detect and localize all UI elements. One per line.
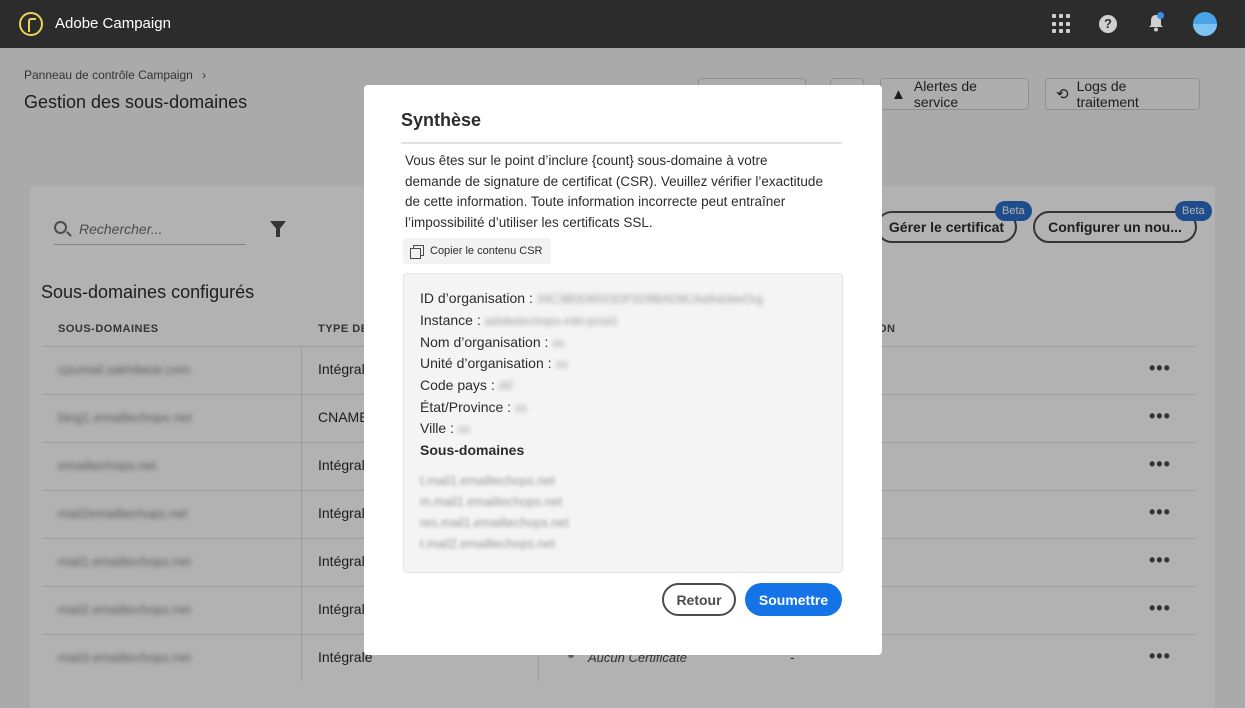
submit-button[interactable]: Soumettre [745,583,842,616]
csr-field-state: État/Province : xx [420,399,527,415]
description-line: l’impossibilité d’utiliser les certifica… [405,214,653,230]
copy-icon [410,244,424,259]
csr-field-value: xx [457,422,470,436]
csr-field-label: ID d’organisation : [420,290,533,306]
subdomains-title: Sous-domaines [420,442,525,458]
csr-field-org-id: ID d’organisation :34C3B0D6553DF5D9BAD9C… [420,290,763,306]
top-bar: Adobe Campaign ? [0,0,1245,48]
csr-field-org-name: Nom d’organisation : xx [420,334,564,350]
avatar[interactable] [1193,12,1217,36]
dialog-title: Synthèse [401,110,482,130]
copy-csr-button[interactable]: Copier le contenu CSR [403,238,551,264]
csr-field-label: État/Province : [420,399,512,415]
apps-grid-icon[interactable] [1050,12,1074,36]
csr-field-instance: Instance : adobetechops-mkt-prod1 [420,312,618,328]
csr-field-org-unit: Unité d’organisation : xx [420,355,568,371]
back-label: Retour [676,591,722,608]
summary-dialog: Synthèse Vous êtes sur le point d’inclur… [364,85,882,655]
dialog-divider [401,142,842,144]
csr-subdomain: t.mail1.emailtechops.net [420,474,555,488]
csr-field-value: AF [498,379,515,393]
csr-field-label: Instance : [420,312,481,328]
csr-subdomain: t.mail2.emailtechops.net [420,537,555,551]
csr-subdomain: m.mail1.emailtechops.net [420,495,562,509]
copy-csr-label: Copier le contenu CSR [430,245,543,257]
dialog-description: Vous êtes sur le point d’inclure {count}… [405,151,825,233]
submit-label: Soumettre [758,591,829,608]
csr-field-label: Code pays : [420,377,495,393]
csr-summary-box: ID d’organisation :34C3B0D6553DF5D9BAD9C… [403,273,843,573]
notification-badge [1157,12,1164,19]
help-icon[interactable]: ? [1099,15,1117,33]
csr-field-value: xx [555,357,568,371]
description-line: demande de signature de certificat (CSR)… [405,173,823,189]
csr-field-label: Ville : [420,420,454,436]
app-title[interactable]: Adobe Campaign [55,15,171,32]
csr-field-value: adobetechops-mkt-prod1 [484,314,619,328]
back-button[interactable]: Retour [662,583,736,616]
csr-field-country-code: Code pays : AF [420,377,514,393]
description-line: de cette information. Toute information … [405,194,786,209]
csr-field-city: Ville : xx [420,420,470,436]
description-line: Vous êtes sur le point d’inclure {count}… [405,153,768,168]
csr-field-value: xx [515,401,528,415]
csr-field-value: xx [552,336,565,350]
adobe-campaign-logo-icon[interactable] [19,12,43,36]
csr-field-label: Unité d’organisation : [420,355,552,371]
csr-field-value: 34C3B0D6553DF5D9BAD9CAdAdobeOrg [536,292,763,306]
csr-subdomain: res.mail1.emailtechops.net [420,516,569,530]
csr-field-label: Nom d’organisation : [420,334,549,350]
